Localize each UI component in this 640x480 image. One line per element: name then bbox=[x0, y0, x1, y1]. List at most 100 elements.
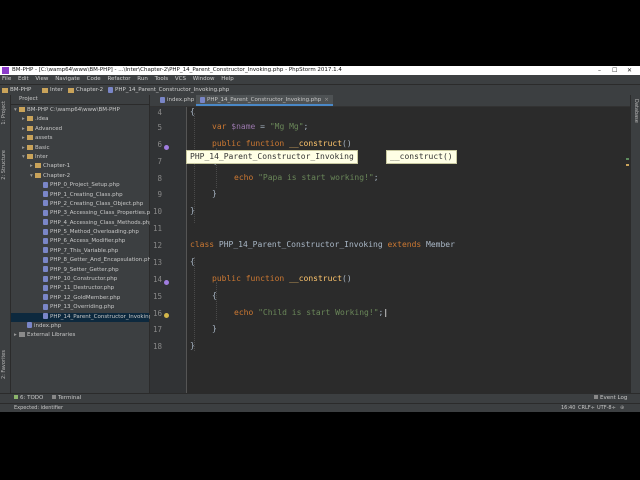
tree-item[interactable]: PHP_11_Destructor.php bbox=[11, 284, 149, 293]
tree-item-label: .idea bbox=[35, 116, 49, 123]
override-marker-icon[interactable] bbox=[164, 145, 169, 150]
tree-item[interactable]: index.php bbox=[11, 322, 149, 331]
line-number: 13 bbox=[152, 258, 162, 267]
project-panel-header[interactable]: Project bbox=[11, 95, 149, 105]
tree-item[interactable]: PHP_9_Setter_Getter.php bbox=[11, 266, 149, 275]
tab-current-file[interactable]: PHP_14_Parent_Constructor_Invoking.php × bbox=[196, 95, 333, 106]
tree-item-label: PHP_13_Overriding.php bbox=[50, 304, 115, 311]
php-file-icon bbox=[43, 200, 48, 207]
file-encoding[interactable]: UTF-8÷ bbox=[597, 404, 616, 412]
tree-item[interactable]: PHP_2_Creating_Class_Object.php bbox=[11, 200, 149, 209]
folder-icon bbox=[35, 163, 41, 169]
php-file-icon bbox=[108, 87, 113, 93]
breadcrumb-chapter[interactable]: Chapter-2 bbox=[68, 85, 103, 95]
tree-item[interactable]: ▸ External Libraries bbox=[11, 331, 149, 340]
tree-item-label: PHP_4_Accessing_Class_Methods.php bbox=[50, 219, 153, 226]
favorites-tool-tab[interactable]: 2: Favorites bbox=[1, 350, 7, 379]
project-tool-tab[interactable]: 1: Project bbox=[1, 101, 7, 125]
tree-item[interactable]: PHP_1_Creating_Class.php bbox=[11, 191, 149, 200]
tree-item[interactable]: PHP_10_Constructor.php bbox=[11, 275, 149, 284]
tree-item[interactable]: ▾ Inter bbox=[11, 153, 149, 162]
status-bar: Expected: identifier 16:40 CRLF÷ UTF-8÷ … bbox=[0, 403, 640, 412]
tree-item[interactable]: ▸ assets bbox=[11, 134, 149, 143]
tree-item[interactable]: ▸ Basic bbox=[11, 144, 149, 153]
line-separator[interactable]: CRLF÷ bbox=[578, 404, 595, 412]
tree-item-label: PHP_7_This_Variable.php bbox=[50, 247, 119, 254]
tree-item[interactable]: ▸ Advanced bbox=[11, 125, 149, 134]
breadcrumb-file[interactable]: PHP_14_Parent_Constructor_Invoking.php bbox=[108, 85, 229, 95]
menu-vcs[interactable]: VCS bbox=[175, 76, 186, 82]
breadcrumb-inter[interactable]: Inter bbox=[42, 85, 63, 95]
terminal-tool-button[interactable]: Terminal bbox=[52, 394, 81, 403]
menu-help[interactable]: Help bbox=[221, 76, 234, 82]
tree-item[interactable]: ▾ BM-PHP C:\wamp64\www\BM-PHP bbox=[11, 106, 149, 115]
override-marker-icon[interactable] bbox=[164, 280, 169, 285]
tree-item[interactable]: ▸ Chapter-1 bbox=[11, 162, 149, 171]
php-file-icon bbox=[43, 256, 48, 263]
menu-window[interactable]: Window bbox=[193, 76, 215, 82]
line-number: 14 bbox=[152, 275, 162, 284]
tree-item-label: assets bbox=[35, 135, 53, 142]
tree-item[interactable]: ▾ Chapter-2 bbox=[11, 172, 149, 181]
code-line-14: public function __construct() bbox=[212, 274, 352, 283]
line-number: 12 bbox=[152, 241, 162, 250]
tree-item[interactable]: PHP_5_Method_Overloading.php bbox=[11, 228, 149, 237]
tree-item[interactable]: PHP_7_This_Variable.php bbox=[11, 247, 149, 256]
tab-index-php[interactable]: index.php bbox=[156, 95, 198, 106]
menu-edit[interactable]: Edit bbox=[18, 76, 29, 82]
line-number: 6 bbox=[157, 140, 162, 149]
database-tool-tab[interactable]: Database bbox=[633, 99, 639, 123]
tool-window-bar: 6: TODO Terminal Event Log bbox=[0, 393, 640, 403]
menu-refactor[interactable]: Refactor bbox=[107, 76, 130, 82]
minimize-button[interactable]: – bbox=[598, 66, 601, 75]
folder-icon bbox=[27, 135, 33, 141]
code-line-17: } bbox=[212, 324, 217, 333]
php-file-icon bbox=[27, 322, 32, 329]
error-stripe-marker[interactable] bbox=[626, 164, 629, 166]
tree-item[interactable]: PHP_8_Getter_And_Encapsulation.php bbox=[11, 256, 154, 265]
todo-tool-button[interactable]: 6: TODO bbox=[14, 394, 43, 403]
structure-tool-tab[interactable]: 2: Structure bbox=[1, 150, 7, 180]
code-line-6: public function __construct() bbox=[212, 139, 352, 148]
caret-position[interactable]: 16:40 bbox=[561, 404, 575, 412]
tree-item[interactable]: PHP_14_Parent_Constructor_Invoking.php bbox=[11, 312, 164, 322]
menu-run[interactable]: Run bbox=[137, 76, 148, 82]
menu-file[interactable]: File bbox=[2, 76, 11, 82]
tree-item[interactable]: PHP_0_Project_Setup.php bbox=[11, 181, 149, 190]
php-file-icon bbox=[43, 219, 48, 226]
intention-bulb-icon[interactable] bbox=[164, 313, 169, 318]
event-log-button[interactable]: Event Log bbox=[594, 394, 627, 403]
tree-item-label: index.php bbox=[34, 322, 62, 329]
folder-icon bbox=[27, 144, 33, 150]
breadcrumb-hint-class[interactable]: PHP_14_Parent_Constructor_Invoking bbox=[186, 150, 358, 164]
code-line-15: { bbox=[212, 291, 217, 300]
tree-item[interactable]: ▸ .idea bbox=[11, 115, 149, 124]
tree-item[interactable]: PHP_6_Access_Modifier.php bbox=[11, 237, 149, 246]
tree-item[interactable]: PHP_12_GoldMember.php bbox=[11, 294, 149, 303]
lock-icon[interactable]: ⊕ bbox=[620, 404, 624, 412]
code-line-16: echo "Child is start Working!";| bbox=[234, 308, 389, 317]
breadcrumb-hint-method[interactable]: __construct() bbox=[386, 150, 457, 164]
folder-icon bbox=[2, 87, 8, 93]
menu-code[interactable]: Code bbox=[87, 76, 101, 82]
folder-icon bbox=[35, 172, 41, 178]
php-file-icon bbox=[200, 96, 205, 103]
tree-item[interactable]: PHP_3_Accessing_Class_Properties.php bbox=[11, 209, 157, 218]
php-file-icon bbox=[43, 209, 48, 216]
code-line-13: { bbox=[190, 257, 195, 266]
error-stripe-marker[interactable] bbox=[626, 158, 629, 160]
tree-item[interactable]: PHP_13_Overriding.php bbox=[11, 303, 149, 312]
tree-item-label: Chapter-1 bbox=[43, 163, 71, 170]
tree-item[interactable]: PHP_4_Accessing_Class_Methods.php bbox=[11, 219, 153, 228]
maximize-button[interactable]: ☐ bbox=[612, 66, 617, 75]
php-file-icon bbox=[43, 275, 48, 282]
menu-tools[interactable]: Tools bbox=[155, 76, 169, 82]
close-tab-icon[interactable]: × bbox=[324, 97, 329, 103]
tree-item-label: PHP_2_Creating_Class_Object.php bbox=[50, 200, 144, 207]
php-file-icon bbox=[43, 266, 48, 273]
close-button[interactable]: ✕ bbox=[627, 66, 632, 75]
menu-navigate[interactable]: Navigate bbox=[55, 76, 80, 82]
menu-view[interactable]: View bbox=[35, 76, 48, 82]
breadcrumb-project[interactable]: BM-PHP bbox=[2, 85, 31, 95]
code-line-18: } bbox=[190, 341, 195, 350]
